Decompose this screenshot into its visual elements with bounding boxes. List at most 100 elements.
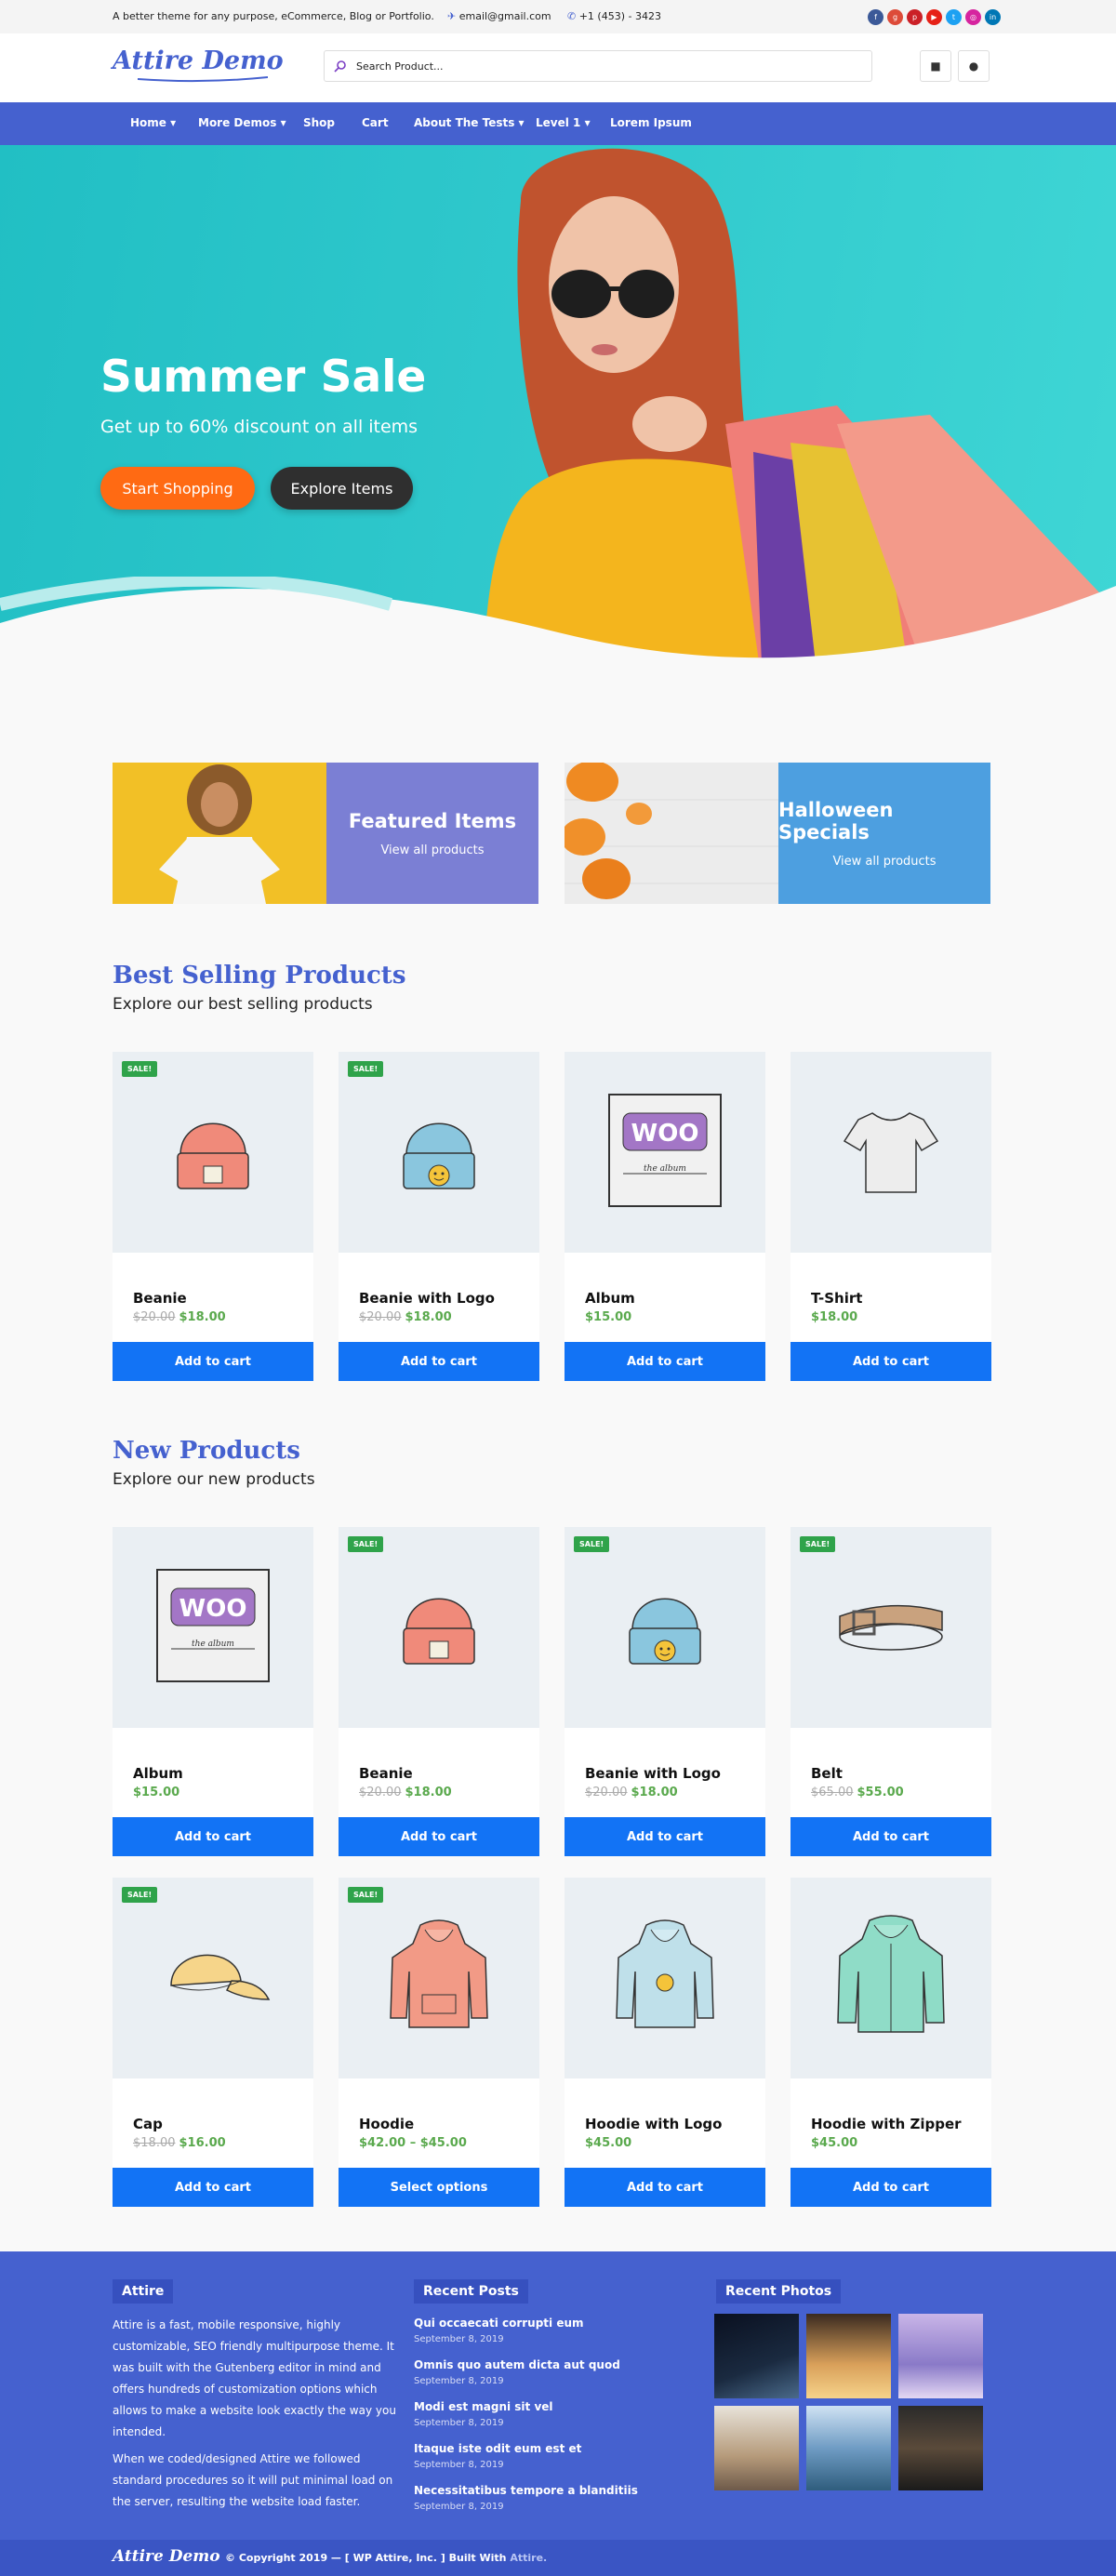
recent-photo[interactable]	[714, 2314, 799, 2398]
explore-items-button[interactable]: Explore Items	[271, 467, 413, 510]
product-name[interactable]: Album	[585, 1290, 635, 1307]
promo-link[interactable]: View all products	[380, 843, 484, 857]
product-name[interactable]: Beanie	[133, 1290, 187, 1307]
product-image[interactable]	[790, 1878, 991, 2078]
product-info: Hoodie with Logo $45.00	[565, 2078, 765, 2168]
add-to-cart-button[interactable]: Add to cart	[565, 2168, 765, 2207]
product-card[interactable]: Hoodie with Zipper $45.00 Add to cart	[790, 1878, 991, 2207]
sale-badge: SALE!	[800, 1536, 836, 1552]
product-name[interactable]: Beanie	[359, 1765, 413, 1782]
recent-photo[interactable]	[898, 2406, 983, 2490]
recent-post[interactable]: Qui occaecati corrupti eum September 8, 2…	[414, 2317, 711, 2344]
product-image[interactable]	[339, 1878, 539, 2078]
promo-featured-items[interactable]: Featured Items View all products	[113, 763, 538, 904]
add-to-cart-button[interactable]: Add to cart	[113, 1817, 313, 1856]
product-image[interactable]	[565, 1527, 765, 1728]
product-card[interactable]: WOO the album Album $15.00 Add to cart	[565, 1052, 765, 1381]
nav-cart[interactable]: Cart	[362, 116, 389, 129]
product-image[interactable]	[565, 1878, 765, 2078]
recent-post[interactable]: Modi est magni sit vel September 8, 2019	[414, 2400, 711, 2428]
product-image[interactable]	[113, 1878, 313, 2078]
email-link[interactable]: ✈ email@gmail.com	[447, 10, 551, 22]
promo-link[interactable]: View all products	[832, 855, 936, 869]
google-icon[interactable]: g	[887, 9, 903, 25]
promo-halloween-specials[interactable]: Halloween Specials View all products	[565, 763, 990, 904]
site-logo[interactable]: Attire Demo	[113, 46, 284, 75]
phone-link[interactable]: ✆ +1 (453) - 3423	[567, 10, 661, 22]
product-name[interactable]: Beanie with Logo	[585, 1765, 721, 1782]
pinterest-icon[interactable]: p	[907, 9, 923, 25]
add-to-cart-button[interactable]: Select options	[339, 2168, 539, 2207]
product-card[interactable]: T-Shirt $18.00 Add to cart	[790, 1052, 991, 1381]
product-image[interactable]	[339, 1527, 539, 1728]
product-name[interactable]: Hoodie	[359, 2116, 414, 2132]
new-products-title: New Products	[113, 1437, 300, 1465]
promo-title: Featured Items	[348, 809, 517, 832]
nav-more-demos[interactable]: More Demos ▾	[198, 116, 286, 129]
beanie-icon	[166, 1099, 259, 1205]
recent-post[interactable]: Omnis quo autem dicta aut quod September …	[414, 2358, 711, 2386]
recent-photo[interactable]	[898, 2314, 983, 2398]
product-name[interactable]: Beanie with Logo	[359, 1290, 495, 1307]
product-card[interactable]: SALE! Beanie $20.00 $18.00 Add to cart	[339, 1527, 539, 1856]
product-card[interactable]: SALE! Beanie with Logo $20.00 $18.00 Add to …	[565, 1527, 765, 1856]
product-image[interactable]: WOO the album	[565, 1052, 765, 1253]
start-shopping-button[interactable]: Start Shopping	[100, 467, 255, 510]
add-to-cart-button[interactable]: Add to cart	[565, 1342, 765, 1381]
add-to-cart-button[interactable]: Add to cart	[339, 1342, 539, 1381]
recent-photo[interactable]	[714, 2406, 799, 2490]
recent-post[interactable]: Itaque iste odit eum est et September 8, …	[414, 2442, 711, 2470]
twitter-icon[interactable]: t	[946, 9, 962, 25]
search-input[interactable]: Search Product...	[324, 50, 872, 82]
nav-about-the-tests[interactable]: About The Tests ▾	[414, 116, 525, 129]
site-header: Attire Demo Search Product... ■ ●	[0, 33, 1116, 102]
product-card[interactable]: Hoodie with Logo $45.00 Add to cart	[565, 1878, 765, 2207]
recent-photo[interactable]	[806, 2406, 891, 2490]
recent-photo[interactable]	[806, 2314, 891, 2398]
youtube-icon[interactable]: ▶	[926, 9, 942, 25]
site-footer: Attire Attire is a fast, mobile responsi…	[0, 2251, 1116, 2540]
product-card[interactable]: WOO the album Album $15.00 Add to cart	[113, 1527, 313, 1856]
product-name[interactable]: Cap	[133, 2116, 163, 2132]
add-to-cart-button[interactable]: Add to cart	[339, 1817, 539, 1856]
product-name[interactable]: Hoodie with Logo	[585, 2116, 722, 2132]
footer-logo[interactable]: Attire Demo	[113, 2547, 220, 2566]
account-button[interactable]: ●	[958, 50, 990, 82]
beanie-icon	[392, 1574, 485, 1680]
add-to-cart-button[interactable]: Add to cart	[113, 2168, 313, 2207]
product-image[interactable]	[339, 1052, 539, 1253]
product-name[interactable]: Hoodie with Zipper	[811, 2116, 962, 2132]
facebook-icon[interactable]: f	[868, 9, 884, 25]
product-card[interactable]: SALE! Cap $18.00 $16.00 Add to cart	[113, 1878, 313, 2207]
add-to-cart-button[interactable]: Add to cart	[790, 1342, 991, 1381]
instagram-icon[interactable]: ◎	[965, 9, 981, 25]
product-image[interactable]	[790, 1052, 991, 1253]
nav-shop[interactable]: Shop	[303, 116, 335, 129]
sale-badge: SALE!	[574, 1536, 610, 1552]
product-info: Beanie with Logo $20.00 $18.00	[339, 1253, 539, 1342]
product-name[interactable]: Belt	[811, 1765, 843, 1782]
add-to-cart-button[interactable]: Add to cart	[565, 1817, 765, 1856]
nav-level-1[interactable]: Level 1 ▾	[536, 116, 591, 129]
promo-halloween-image	[565, 763, 778, 904]
email-text: email@gmail.com	[458, 10, 551, 22]
product-image[interactable]: WOO the album	[113, 1527, 313, 1728]
add-to-cart-button[interactable]: Add to cart	[113, 1342, 313, 1381]
nav-lorem-ipsum[interactable]: Lorem Ipsum	[610, 116, 692, 129]
product-card[interactable]: SALE! Beanie with Logo $20.00 $18.00 Add to …	[339, 1052, 539, 1381]
nav-home[interactable]: Home ▾	[130, 116, 176, 129]
product-card[interactable]: SALE! Belt $65.00 $55.00 Add to cart	[790, 1527, 991, 1856]
product-name[interactable]: Album	[133, 1765, 183, 1782]
product-card[interactable]: SALE! Beanie $20.00 $18.00 Add to cart	[113, 1052, 313, 1381]
add-to-cart-button[interactable]: Add to cart	[790, 1817, 991, 1856]
product-image[interactable]	[113, 1052, 313, 1253]
attire-link[interactable]: Attire.	[510, 2552, 547, 2564]
linkedin-icon[interactable]: in	[985, 9, 1001, 25]
recent-post[interactable]: Necessitatibus tempore a blanditiis Septe…	[414, 2484, 711, 2512]
product-image[interactable]	[790, 1527, 991, 1728]
product-name[interactable]: T-Shirt	[811, 1290, 862, 1307]
add-to-cart-button[interactable]: Add to cart	[790, 2168, 991, 2207]
current-price: $15.00	[133, 1786, 180, 1799]
product-card[interactable]: SALE! Hoodie $42.00 – $45.00 Select options	[339, 1878, 539, 2207]
cart-button[interactable]: ■	[920, 50, 951, 82]
